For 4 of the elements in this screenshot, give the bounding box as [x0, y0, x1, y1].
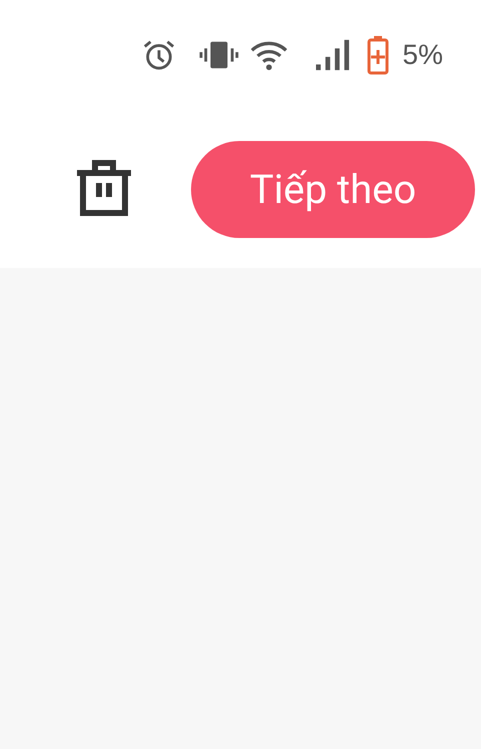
battery-percentage: 5% [402, 39, 443, 71]
next-button[interactable]: Tiếp theo [191, 140, 475, 238]
battery-charging-icon [366, 35, 389, 75]
delete-icon[interactable] [75, 159, 133, 219]
